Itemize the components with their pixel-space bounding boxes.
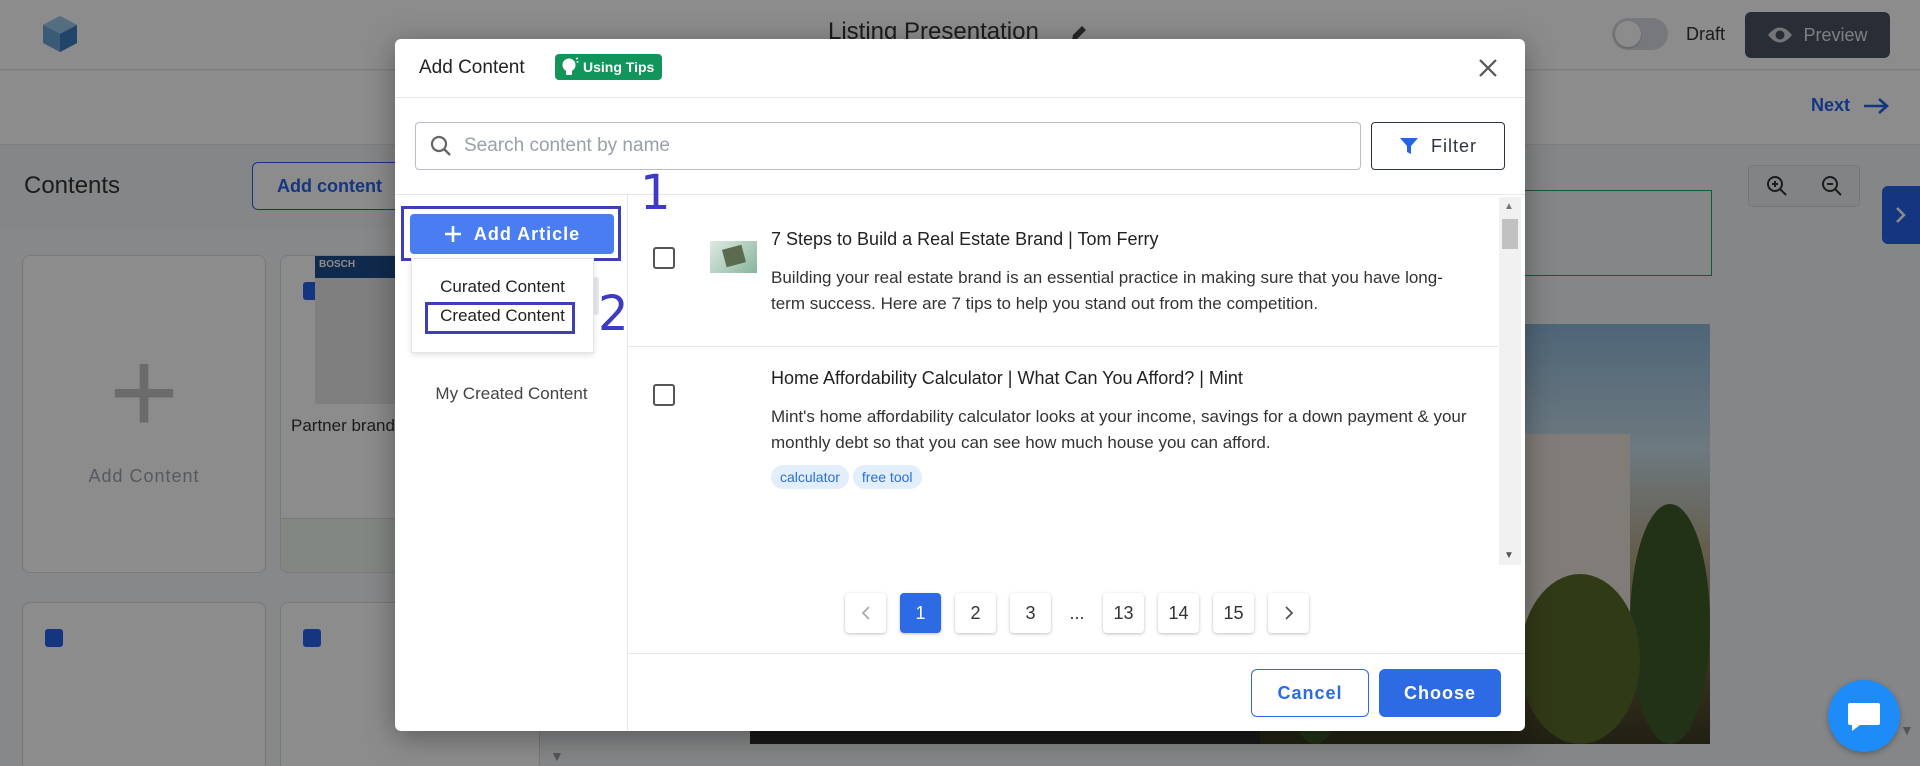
page-button-15[interactable]: 15	[1213, 593, 1254, 633]
lightbulb-icon	[562, 57, 579, 75]
scroll-down-arrow-icon[interactable]: ▼	[1900, 722, 1914, 738]
item-description: Building your real estate brand is an es…	[771, 268, 1443, 313]
pagination: 1 2 3 ... 13 14 15	[845, 593, 1309, 633]
page-button-3[interactable]: 3	[1010, 593, 1051, 633]
chevron-left-icon	[861, 606, 870, 620]
page-button-13[interactable]: 13	[1103, 593, 1144, 633]
item-checkbox[interactable]	[653, 384, 675, 406]
page-button-1[interactable]: 1	[900, 593, 941, 633]
modal-title: Add Content	[419, 57, 525, 78]
item-title: Home Affordability Calculator | What Can…	[771, 368, 1243, 388]
page-button-2[interactable]: 2	[955, 593, 996, 633]
item-title: 7 Steps to Build a Real Estate Brand | T…	[771, 229, 1159, 249]
filter-label: Filter	[1431, 135, 1477, 156]
sidebar-item-my-created-content[interactable]: My Created Content	[395, 384, 628, 404]
search-icon	[430, 135, 451, 156]
list-scrollbar[interactable]: ▲ ▼	[1499, 197, 1521, 565]
content-list: 7 Steps to Build a Real Estate Brand | T…	[628, 195, 1498, 565]
close-button[interactable]	[1475, 55, 1501, 81]
filter-icon	[1400, 138, 1418, 154]
cancel-button[interactable]: Cancel	[1251, 669, 1369, 717]
pagination-ellipsis: ...	[1065, 593, 1089, 633]
tag[interactable]: free tool	[852, 465, 922, 489]
scroll-down-arrow-icon[interactable]: ▼	[1504, 550, 1514, 561]
close-icon	[1479, 59, 1497, 77]
annotation-box-2	[425, 302, 575, 334]
chevron-right-icon	[1284, 606, 1293, 620]
footer-divider	[628, 653, 1525, 654]
modal-header: Add Content Using Tips	[395, 39, 1525, 98]
tag[interactable]: calculator	[771, 465, 849, 489]
item-description: Mint's home affordability calculator loo…	[771, 407, 1467, 452]
scroll-up-arrow-icon[interactable]: ▲	[1504, 201, 1514, 212]
add-article-button[interactable]: Add Article	[410, 214, 614, 254]
item-thumbnail	[710, 241, 757, 273]
search-input[interactable]	[464, 135, 1344, 157]
scroll-down-arrow-icon[interactable]: ▼	[550, 748, 564, 764]
choose-button[interactable]: Choose	[1379, 669, 1501, 717]
add-content-modal: Add Content Using Tips Filter Add Articl…	[395, 39, 1525, 731]
item-checkbox[interactable]	[653, 247, 675, 269]
pagination-prev-button[interactable]	[845, 593, 886, 633]
pagination-next-button[interactable]	[1268, 593, 1309, 633]
scrollbar-thumb[interactable]	[1502, 219, 1518, 249]
item-tags: calculator free tool	[771, 465, 922, 489]
using-tips-badge[interactable]: Using Tips	[555, 54, 663, 80]
dropdown-item-curated-content[interactable]: Curated Content	[412, 277, 593, 297]
list-item[interactable]: 7 Steps to Build a Real Estate Brand | T…	[628, 195, 1498, 347]
search-box	[415, 122, 1361, 170]
chat-support-button[interactable]	[1828, 680, 1900, 752]
chat-bubble-icon	[1848, 703, 1880, 731]
using-tips-label: Using Tips	[583, 59, 655, 75]
annotation-step-2: 2	[598, 286, 629, 342]
list-item[interactable]: Home Affordability Calculator | What Can…	[628, 348, 1498, 565]
filter-button[interactable]: Filter	[1371, 122, 1505, 170]
page-button-14[interactable]: 14	[1158, 593, 1199, 633]
add-article-label: Add Article	[473, 223, 581, 244]
plus-icon	[444, 226, 461, 242]
